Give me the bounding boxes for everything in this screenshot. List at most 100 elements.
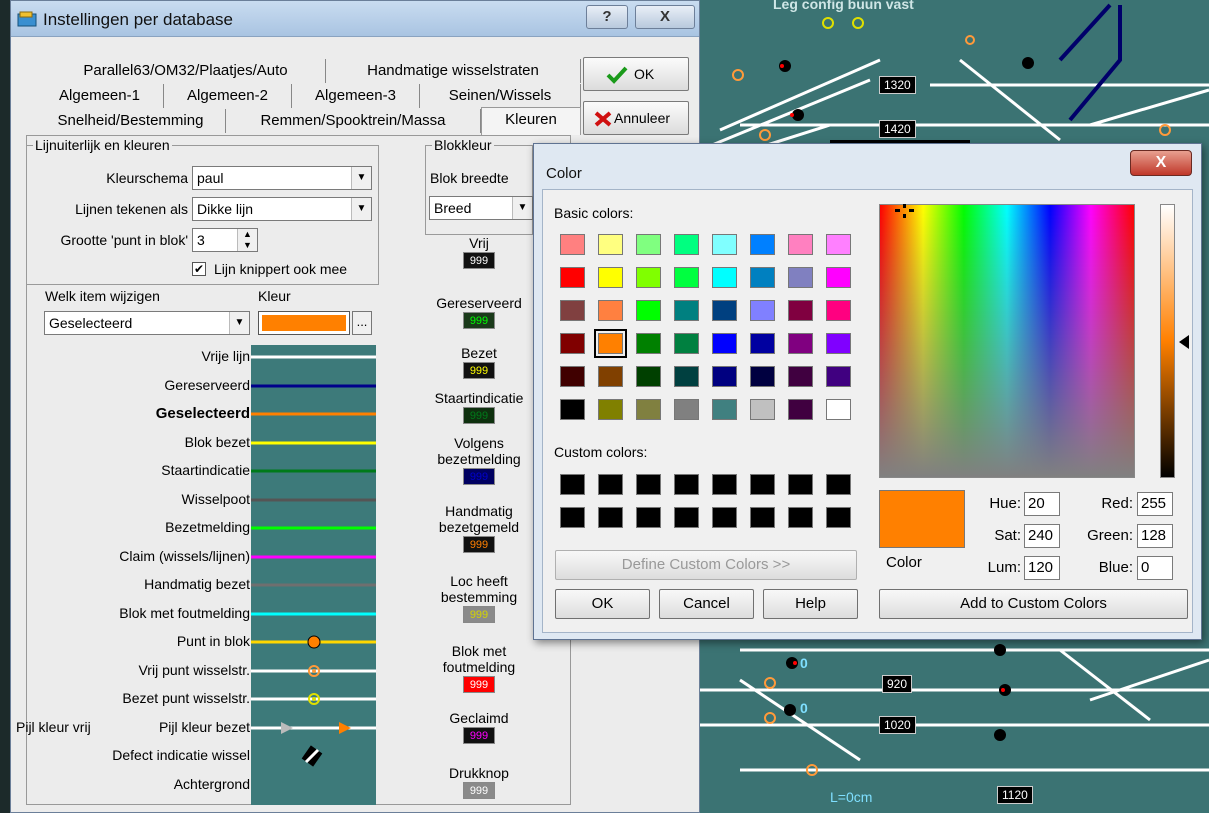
basic-color-swatch[interactable] xyxy=(560,399,585,420)
welk-item-select[interactable]: Geselecteerd ▼ xyxy=(44,311,250,335)
custom-color-swatch[interactable] xyxy=(560,474,585,495)
basic-color-swatch[interactable] xyxy=(560,267,585,288)
custom-color-swatch[interactable] xyxy=(674,474,699,495)
color-spectrum[interactable] xyxy=(879,204,1135,478)
basic-color-swatch[interactable] xyxy=(560,366,585,387)
annuleer-button[interactable]: Annuleer xyxy=(583,101,689,135)
hue-field[interactable]: 20 xyxy=(1024,492,1060,516)
custom-color-swatch[interactable] xyxy=(750,474,775,495)
basic-color-swatch[interactable] xyxy=(826,234,851,255)
ok-button[interactable]: OK xyxy=(583,57,689,91)
kleurschema-select[interactable]: paul ▼ xyxy=(192,166,372,190)
knippert-checkbox[interactable]: ✔ xyxy=(192,262,206,276)
basic-color-swatch[interactable] xyxy=(712,333,737,354)
basic-color-swatch[interactable] xyxy=(598,234,623,255)
line-item-row[interactable]: Wisselpoot xyxy=(0,488,376,512)
custom-color-swatch[interactable] xyxy=(788,474,813,495)
custom-color-swatch[interactable] xyxy=(636,474,661,495)
block-label[interactable]: 1020 xyxy=(879,716,916,734)
line-item-row[interactable]: Bezet punt wisselstr. xyxy=(0,687,376,711)
green-field[interactable]: 128 xyxy=(1137,524,1173,548)
basic-color-swatch[interactable] xyxy=(636,399,661,420)
custom-color-swatch[interactable] xyxy=(750,507,775,528)
block-label[interactable]: 1320 xyxy=(879,76,916,94)
line-item-row[interactable]: Geselecteerd xyxy=(0,402,376,426)
blok-color-item[interactable]: Gereserveerd 999 xyxy=(425,295,533,329)
basic-color-swatch[interactable] xyxy=(674,333,699,354)
basic-color-swatch[interactable] xyxy=(750,234,775,255)
basic-color-swatch[interactable] xyxy=(560,300,585,321)
basic-color-swatch[interactable] xyxy=(636,300,661,321)
line-item-row[interactable]: Blok bezet xyxy=(0,431,376,455)
custom-color-swatch[interactable] xyxy=(636,507,661,528)
basic-color-swatch[interactable] xyxy=(712,399,737,420)
block-label[interactable]: 1120 xyxy=(997,786,1033,804)
blok-breedte-select[interactable]: Breed ▼ xyxy=(429,196,533,220)
basic-color-swatch[interactable] xyxy=(826,267,851,288)
line-item-row[interactable]: Achtergrond xyxy=(0,773,376,797)
grootte-stepper[interactable]: 3 ▲ ▼ xyxy=(192,228,258,252)
basic-color-swatch[interactable] xyxy=(594,329,627,358)
blok-color-item[interactable]: Vrij 999 xyxy=(425,235,533,269)
basic-color-swatch[interactable] xyxy=(636,267,661,288)
basic-color-swatch[interactable] xyxy=(826,399,851,420)
blue-field[interactable]: 0 xyxy=(1137,556,1173,580)
line-item-row[interactable]: Staartindicatie xyxy=(0,459,376,483)
basic-color-swatch[interactable] xyxy=(712,300,737,321)
basic-color-swatch[interactable] xyxy=(750,300,775,321)
line-item-row[interactable]: Claim (wissels/lijnen) xyxy=(0,545,376,569)
line-item-row[interactable]: Gereserveerd xyxy=(0,374,376,398)
luminosity-arrow-icon[interactable] xyxy=(1179,335,1189,349)
red-field[interactable]: 255 xyxy=(1137,492,1173,516)
basic-color-swatch[interactable] xyxy=(560,333,585,354)
custom-color-swatch[interactable] xyxy=(598,507,623,528)
chevron-down-icon[interactable]: ▼ xyxy=(351,198,371,220)
add-to-custom-colors-button[interactable]: Add to Custom Colors xyxy=(879,589,1188,619)
basic-color-swatch[interactable] xyxy=(712,267,737,288)
lum-field[interactable]: 120 xyxy=(1024,556,1060,580)
line-item-row[interactable]: Vrij punt wisselstr. xyxy=(0,659,376,683)
block-label[interactable]: 920 xyxy=(882,675,913,693)
blok-color-item[interactable]: Geclaimd 999 xyxy=(425,710,533,744)
line-item-row[interactable]: Bezetmelding xyxy=(0,516,376,540)
basic-color-swatch[interactable] xyxy=(636,234,661,255)
color-help-button[interactable]: Help xyxy=(763,589,858,619)
luminosity-bar[interactable] xyxy=(1160,204,1175,478)
basic-color-swatch[interactable] xyxy=(674,234,699,255)
basic-color-swatch[interactable] xyxy=(826,333,851,354)
basic-color-swatch[interactable] xyxy=(674,267,699,288)
basic-color-swatch[interactable] xyxy=(750,366,775,387)
lijnen-select[interactable]: Dikke lijn ▼ xyxy=(192,197,372,221)
kleur-browse-button[interactable]: ... xyxy=(352,311,372,335)
custom-color-swatch[interactable] xyxy=(712,507,737,528)
basic-color-swatch[interactable] xyxy=(712,366,737,387)
line-item-row[interactable]: Pijl kleur bezet Pijl kleur vrij xyxy=(0,716,376,740)
blok-color-item[interactable]: Drukknop 999 xyxy=(425,765,533,799)
line-item-row[interactable]: Handmatig bezet xyxy=(0,573,376,597)
blok-color-item[interactable]: Loc heeft bestemming 999 xyxy=(425,573,533,623)
tab-seinen-wissels[interactable]: Seinen/Wissels xyxy=(420,84,581,108)
custom-color-swatch[interactable] xyxy=(560,507,585,528)
block-label[interactable]: 1420 xyxy=(879,120,916,138)
basic-color-swatch[interactable] xyxy=(788,399,813,420)
custom-color-swatch[interactable] xyxy=(788,507,813,528)
basic-color-swatch[interactable] xyxy=(636,366,661,387)
basic-color-swatch[interactable] xyxy=(826,366,851,387)
basic-color-swatch[interactable] xyxy=(788,267,813,288)
tab-snelheid-bestemming[interactable]: Snelheid/Bestemming xyxy=(36,109,226,133)
chevron-down-icon[interactable]: ▼ xyxy=(351,167,371,189)
basic-color-swatch[interactable] xyxy=(674,300,699,321)
help-button[interactable]: ? xyxy=(586,5,628,29)
basic-color-swatch[interactable] xyxy=(788,300,813,321)
basic-color-swatch[interactable] xyxy=(750,267,775,288)
custom-color-swatch[interactable] xyxy=(674,507,699,528)
basic-color-swatch[interactable] xyxy=(788,333,813,354)
chevron-down-icon[interactable]: ▼ xyxy=(229,312,249,334)
basic-color-swatch[interactable] xyxy=(750,333,775,354)
tab-remmen[interactable]: Remmen/Spooktrein/Massa xyxy=(226,109,481,133)
define-custom-colors-button[interactable]: Define Custom Colors >> xyxy=(555,550,857,580)
basic-color-swatch[interactable] xyxy=(598,366,623,387)
basic-color-swatch[interactable] xyxy=(788,366,813,387)
line-item-row[interactable]: Blok met foutmelding xyxy=(0,602,376,626)
sat-field[interactable]: 240 xyxy=(1024,524,1060,548)
